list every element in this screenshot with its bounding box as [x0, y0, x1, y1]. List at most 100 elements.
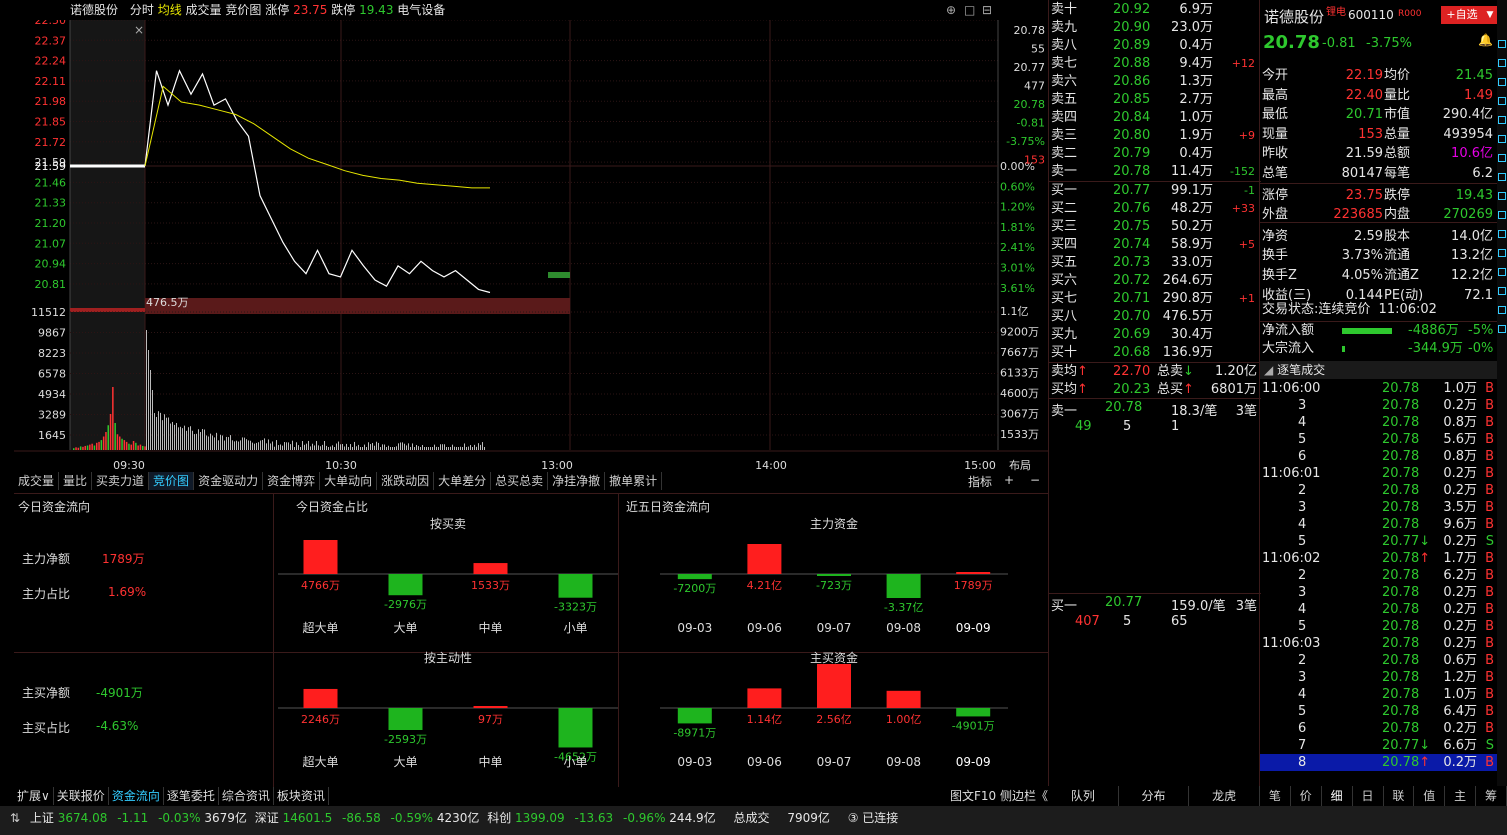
detail-tab-3[interactable]: 日	[1353, 786, 1384, 806]
bottom-tab-3[interactable]: 逐笔委托	[164, 787, 219, 805]
subtab-0[interactable]: 成交量	[14, 472, 59, 490]
side-icon[interactable]	[1498, 287, 1506, 295]
side-icon[interactable]	[1498, 173, 1506, 181]
layout-button[interactable]: 布局	[1009, 459, 1031, 472]
sell-level-row[interactable]: 卖八 20.89 0.4万	[1049, 37, 1259, 55]
sidebar-toggle[interactable]: 图文F10 侧边栏《	[950, 787, 1048, 804]
sell-level-row[interactable]: 卖十 20.92 6.9万	[1049, 1, 1259, 19]
queue-order[interactable]: 407	[1075, 614, 1100, 629]
side-icon[interactable]	[1498, 154, 1506, 162]
queue-order[interactable]: 5	[1123, 419, 1131, 434]
tab-junxian[interactable]: 均线	[158, 3, 182, 17]
buy-level-row[interactable]: 买三 20.75 50.2万	[1049, 218, 1259, 236]
sell-level-row[interactable]: 卖六 20.86 1.3万	[1049, 73, 1259, 91]
sell-level-row[interactable]: 卖四 20.84 1.0万	[1049, 109, 1259, 127]
side-icon[interactable]	[1498, 97, 1506, 105]
buy-level-row[interactable]: 买六 20.72 264.6万	[1049, 272, 1259, 290]
detail-tab-5[interactable]: 值	[1414, 786, 1445, 806]
side-icon[interactable]	[1498, 249, 1506, 257]
sell-level-row[interactable]: 卖七 20.88 9.4万 +12	[1049, 55, 1259, 73]
bottom-tab-2[interactable]: 资金流向	[109, 787, 164, 805]
tab-fenshi[interactable]: 分时	[130, 3, 154, 17]
subtab-7[interactable]: 涨跌动因	[377, 472, 434, 490]
sell-level-row[interactable]: 卖三 20.80 1.9万 +9	[1049, 127, 1259, 145]
add-watchlist-button[interactable]: +自选	[1441, 6, 1483, 24]
subtab-9[interactable]: 总买总卖	[491, 472, 548, 490]
bottom-tab-4[interactable]: 综合资讯	[219, 787, 274, 805]
tick-row[interactable]: 5 20.78 5.6万 B	[1260, 431, 1497, 448]
collapse-icon[interactable]: ◢	[1264, 363, 1273, 377]
bottom-tab-1[interactable]: 关联报价	[54, 787, 109, 805]
tick-row[interactable]: 4 20.78 9.6万 B	[1260, 516, 1497, 533]
tab-volume[interactable]: 成交量	[186, 3, 222, 17]
side-icon[interactable]	[1498, 78, 1506, 86]
buy-level-row[interactable]: 买十 20.68 136.9万	[1049, 344, 1259, 362]
tick-row[interactable]: 6 20.78 0.2万 B	[1260, 720, 1497, 737]
subtab-3[interactable]: 竞价图	[149, 472, 194, 490]
queue-order[interactable]: 65	[1171, 614, 1188, 629]
side-icon[interactable]	[1498, 40, 1506, 48]
watchlist-dropdown-icon[interactable]: ▼	[1483, 6, 1497, 24]
buy-level-row[interactable]: 买五 20.73 33.0万	[1049, 254, 1259, 272]
tick-row[interactable]: 3 20.78 1.2万 B	[1260, 669, 1497, 686]
detail-tab-2[interactable]: 细	[1322, 786, 1353, 806]
subtab-5[interactable]: 资金博弈	[263, 472, 320, 490]
subtab-2[interactable]: 买卖力道	[92, 472, 149, 490]
buy-level-row[interactable]: 买二 20.76 48.2万 +33	[1049, 200, 1259, 218]
side-icon[interactable]	[1498, 59, 1506, 67]
buy-level-row[interactable]: 买七 20.71 290.8万 +1	[1049, 290, 1259, 308]
tick-row[interactable]: 7 20.77 ↓ 6.6万 S	[1260, 737, 1497, 754]
tick-row[interactable]: 11:06:03 20.78 0.2万 B	[1260, 635, 1497, 652]
orderbook-tab-2[interactable]: 龙虎	[1189, 786, 1260, 806]
restore-icon[interactable]: ⊟	[982, 0, 992, 20]
tick-row[interactable]: 2 20.78 0.2万 B	[1260, 482, 1497, 499]
tick-row[interactable]: 5 20.78 0.2万 B	[1260, 618, 1497, 635]
side-icon[interactable]	[1498, 192, 1506, 200]
detail-tab-0[interactable]: 笔	[1260, 786, 1291, 806]
tick-row[interactable]: 6 20.78 0.8万 B	[1260, 448, 1497, 465]
tick-row[interactable]: 5 20.77 ↓ 0.2万 S	[1260, 533, 1497, 550]
tick-row[interactable]: 3 20.78 3.5万 B	[1260, 499, 1497, 516]
side-icon[interactable]	[1498, 116, 1506, 124]
side-icon[interactable]	[1498, 135, 1506, 143]
buy-level-row[interactable]: 买一 20.77 99.1万 -1	[1049, 182, 1259, 200]
tick-row[interactable]: 4 20.78 1.0万 B	[1260, 686, 1497, 703]
bottom-tab-5[interactable]: 板块资讯	[274, 787, 329, 805]
vertical-scrollbar[interactable]	[1497, 0, 1507, 786]
queue-order[interactable]: 1	[1171, 419, 1179, 434]
subtab-10[interactable]: 净挂净撤	[548, 472, 605, 490]
side-icon[interactable]	[1498, 325, 1506, 333]
sell-level-row[interactable]: 卖二 20.79 0.4万	[1049, 145, 1259, 163]
minimize-icon[interactable]: □	[964, 0, 975, 20]
remove-indicator-icon[interactable]: −	[1030, 473, 1040, 487]
subtab-6[interactable]: 大单动向	[320, 472, 377, 490]
tick-row[interactable]: 5 20.78 6.4万 B	[1260, 703, 1497, 720]
sell-level-row[interactable]: 卖一 20.78 11.4万 -152	[1049, 163, 1259, 181]
buy-level-row[interactable]: 买四 20.74 58.9万 +5	[1049, 236, 1259, 254]
indicator-button[interactable]: 指标	[968, 473, 992, 490]
bottom-tab-0[interactable]: 扩展∨	[14, 787, 54, 805]
side-icon[interactable]	[1498, 230, 1506, 238]
sell-level-row[interactable]: 卖九 20.90 23.0万	[1049, 19, 1259, 37]
subtab-1[interactable]: 量比	[59, 472, 92, 490]
side-icon[interactable]	[1498, 211, 1506, 219]
detail-tab-7[interactable]: 筹	[1476, 786, 1507, 806]
buy-level-row[interactable]: 买九 20.69 30.4万	[1049, 326, 1259, 344]
tick-row[interactable]: 4 20.78 0.8万 B	[1260, 414, 1497, 431]
side-icon[interactable]	[1498, 268, 1506, 276]
orderbook-tab-0[interactable]: 队列	[1048, 786, 1119, 806]
tick-row[interactable]: 8 20.78 ↑ 0.2万 B	[1260, 754, 1497, 771]
orderbook-tab-1[interactable]: 分布	[1119, 786, 1190, 806]
queue-order[interactable]: 5	[1123, 614, 1131, 629]
detail-tab-4[interactable]: 联	[1384, 786, 1415, 806]
detail-tab-6[interactable]: 主	[1445, 786, 1476, 806]
tick-row[interactable]: 11:06:02 20.78 ↑ 1.7万 B	[1260, 550, 1497, 567]
sz-label[interactable]: 深证	[255, 811, 279, 825]
subtab-11[interactable]: 撤单累计	[605, 472, 662, 490]
add-indicator-icon[interactable]: +	[1004, 473, 1014, 487]
bell-icon[interactable]: 🔔	[1478, 33, 1493, 47]
buy-level-row[interactable]: 买八 20.70 476.5万	[1049, 308, 1259, 326]
subtab-8[interactable]: 大单差分	[434, 472, 491, 490]
sh-label[interactable]: 上证	[30, 811, 54, 825]
connection-status[interactable]: ③ 已连接	[848, 811, 899, 825]
